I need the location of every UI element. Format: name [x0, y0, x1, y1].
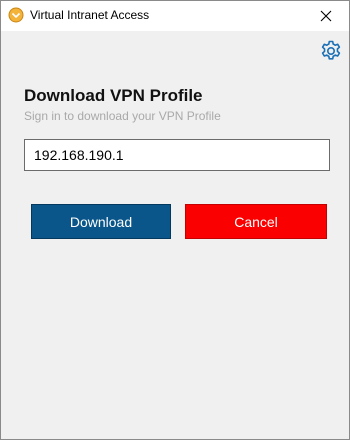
close-icon: [320, 10, 332, 22]
download-button[interactable]: Download: [31, 204, 171, 239]
vpn-app-icon: [8, 7, 24, 23]
page-title: Download VPN Profile: [24, 86, 203, 105]
close-button[interactable]: [303, 1, 349, 31]
server-address-input[interactable]: [24, 139, 330, 171]
title-bar: Virtual Intranet Access: [1, 1, 349, 31]
gear-icon[interactable]: [319, 39, 343, 63]
window-title: Virtual Intranet Access: [30, 8, 150, 22]
vpn-profile-window: Virtual Intranet Access Download VPN Pro…: [0, 0, 350, 440]
page-subtitle: Sign in to download your VPN Profile: [24, 109, 221, 123]
cancel-button[interactable]: Cancel: [185, 204, 327, 239]
